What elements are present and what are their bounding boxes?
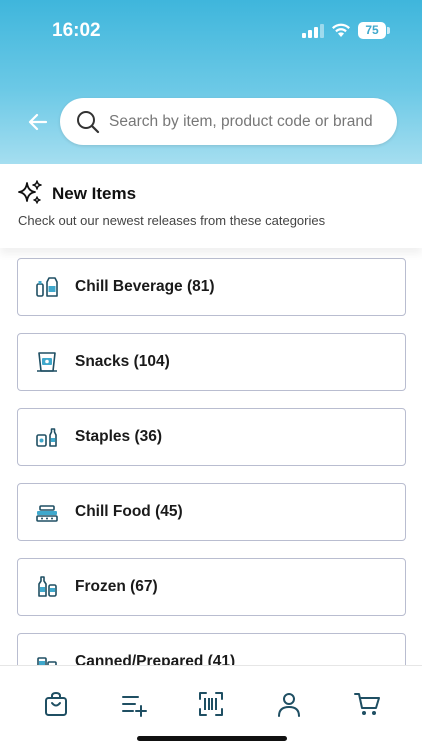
signal-icon xyxy=(302,24,324,38)
snacks-icon xyxy=(37,352,57,372)
category-chill-food[interactable]: Chill Food (45) xyxy=(17,483,406,541)
search-bar[interactable] xyxy=(60,98,397,145)
status-time: 16:02 xyxy=(52,20,101,41)
category-chill-beverage[interactable]: Chill Beverage (81) xyxy=(17,258,406,316)
section-title: New Items xyxy=(52,184,137,203)
sparkle-icon xyxy=(18,180,42,204)
search-input[interactable] xyxy=(109,98,389,145)
battery-icon: 75 xyxy=(358,22,390,39)
category-label: Snacks (104) xyxy=(75,353,170,370)
cart-icon[interactable] xyxy=(353,690,381,718)
category-label: Canned/Prepared (41) xyxy=(75,653,236,665)
category-label: Chill Food (45) xyxy=(75,503,183,520)
user-icon[interactable] xyxy=(275,690,303,718)
category-list[interactable]: Chill Beverage (81) Snacks (104) Staples… xyxy=(0,248,422,665)
chill-food-icon xyxy=(36,505,58,522)
canned-icon xyxy=(37,657,57,665)
battery-level: 75 xyxy=(358,22,386,39)
barcode-scan-icon[interactable] xyxy=(197,690,225,718)
category-staples[interactable]: Staples (36) xyxy=(17,408,406,466)
shopping-bag-icon[interactable] xyxy=(42,690,70,718)
header: 16:02 75 xyxy=(0,0,422,164)
category-canned-prepared[interactable]: Canned/Prepared (41) xyxy=(17,633,406,665)
category-label: Chill Beverage (81) xyxy=(75,278,215,295)
category-label: Staples (36) xyxy=(75,428,163,445)
home-indicator xyxy=(137,736,287,741)
staples-icon xyxy=(36,428,57,447)
status-bar: 16:02 75 xyxy=(0,0,422,60)
category-frozen[interactable]: Frozen (67) xyxy=(17,558,406,616)
section-subtitle: Check out our newest releases from these… xyxy=(18,213,326,228)
search-icon xyxy=(77,111,100,134)
frozen-icon xyxy=(38,576,57,597)
new-items-section: New Items Check out our newest releases … xyxy=(0,164,422,248)
add-list-icon[interactable] xyxy=(120,690,148,718)
beverage-icon xyxy=(36,277,58,297)
category-snacks[interactable]: Snacks (104) xyxy=(17,333,406,391)
category-label: Frozen (67) xyxy=(75,578,158,595)
back-arrow-icon[interactable] xyxy=(26,110,50,134)
wifi-icon xyxy=(332,23,350,37)
